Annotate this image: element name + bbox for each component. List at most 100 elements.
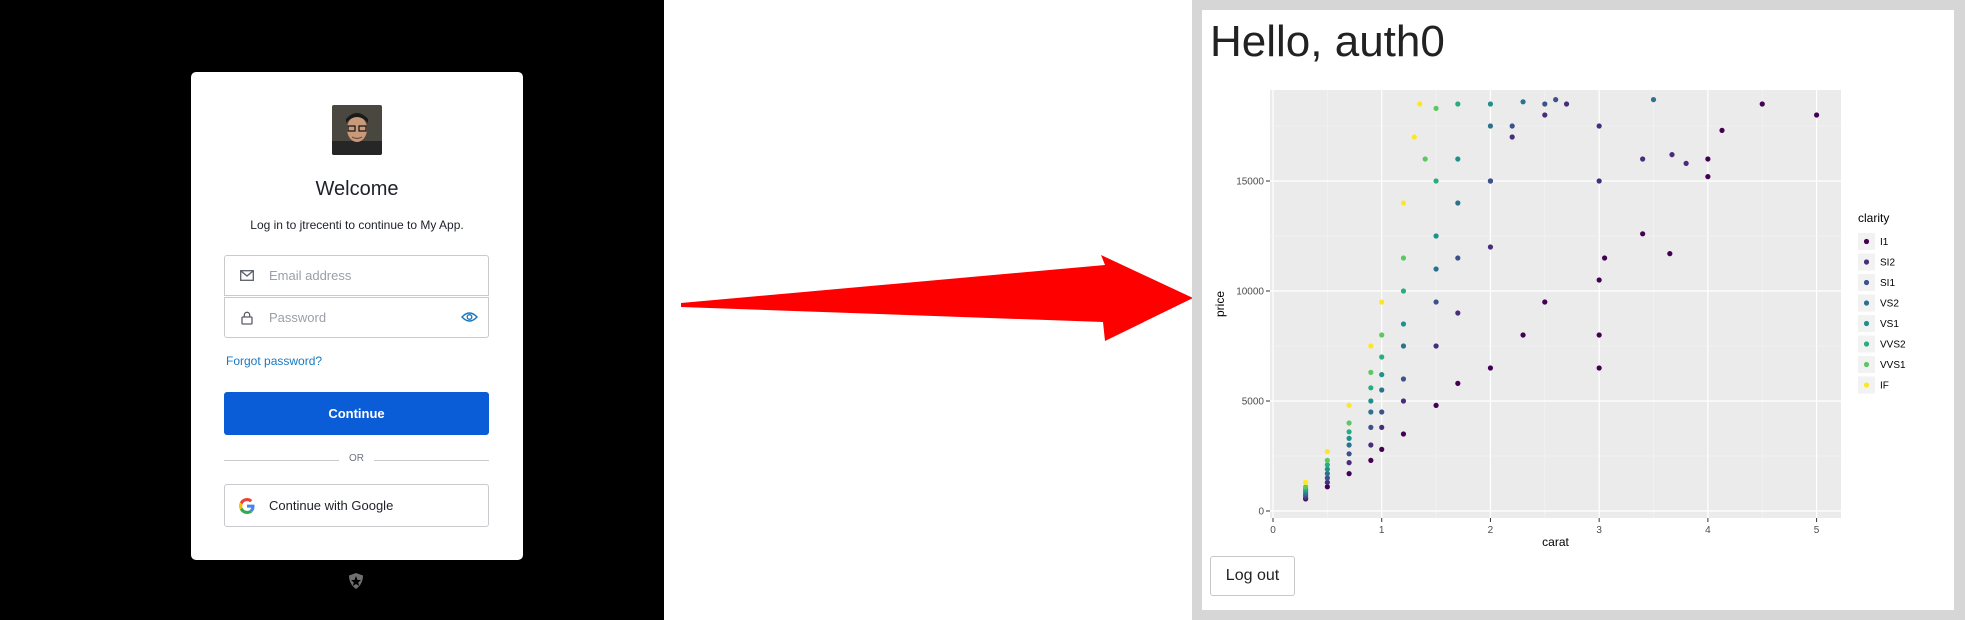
- data-point: [1368, 398, 1374, 404]
- data-point: [1400, 321, 1407, 327]
- data-point: [1433, 299, 1439, 305]
- y-tick-label: 5000: [1242, 397, 1265, 408]
- data-point: [1563, 101, 1570, 107]
- login-subtitle: Log in to jtrecenti to continue to My Ap…: [250, 218, 464, 232]
- data-point: [1379, 332, 1385, 338]
- data-point: [1455, 380, 1461, 386]
- data-point: [1400, 431, 1407, 437]
- data-point: [1368, 409, 1374, 415]
- password-input[interactable]: [269, 310, 449, 325]
- eye-icon[interactable]: [461, 310, 478, 328]
- continue-with-google-button[interactable]: Continue with Google: [224, 484, 489, 527]
- log-out-button[interactable]: Log out: [1210, 556, 1295, 596]
- login-card: Welcome Log in to jtrecenti to continue …: [191, 72, 523, 560]
- mail-icon: [225, 270, 269, 281]
- x-tick-label: 2: [1488, 525, 1494, 536]
- data-point: [1368, 343, 1374, 349]
- data-point: [1596, 277, 1602, 283]
- data-point: [1417, 101, 1423, 107]
- continue-button[interactable]: Continue: [224, 392, 489, 435]
- legend-label: IF: [1880, 381, 1889, 392]
- or-divider: OR: [224, 453, 489, 467]
- email-input[interactable]: [269, 268, 449, 283]
- email-field[interactable]: [224, 255, 489, 296]
- y-tick-label: 0: [1258, 507, 1264, 518]
- legend-title: clarity: [1858, 211, 1889, 225]
- data-point: [1455, 101, 1461, 107]
- data-point: [1379, 299, 1385, 305]
- data-point: [1379, 387, 1385, 393]
- y-tick-label: 15000: [1236, 177, 1264, 188]
- data-point: [1667, 251, 1673, 257]
- data-point: [1346, 429, 1352, 435]
- y-tick-label: 10000: [1236, 287, 1264, 298]
- or-label: OR: [349, 453, 364, 464]
- data-point: [1487, 123, 1494, 129]
- legend-marker: [1863, 279, 1870, 286]
- y-axis-label: price: [1213, 291, 1227, 317]
- data-point: [1509, 123, 1515, 129]
- plot-panel: [1270, 90, 1841, 518]
- data-point: [1705, 174, 1711, 180]
- data-point: [1487, 101, 1494, 107]
- data-point: [1368, 457, 1374, 463]
- data-point: [1542, 112, 1548, 118]
- data-point: [1487, 178, 1494, 184]
- welcome-title: Welcome: [315, 178, 399, 200]
- legend-label: SI2: [1880, 258, 1895, 269]
- login-screen: Welcome Log in to jtrecenti to continue …: [0, 0, 664, 620]
- data-point: [1509, 134, 1515, 140]
- lock-icon: [225, 311, 269, 325]
- data-point: [1759, 101, 1765, 107]
- data-point: [1422, 156, 1428, 162]
- data-point: [1455, 156, 1461, 162]
- legend-marker: [1863, 259, 1870, 265]
- forgot-password-link[interactable]: Forgot password?: [226, 354, 322, 368]
- data-point: [1368, 369, 1374, 375]
- data-point: [1346, 442, 1352, 448]
- data-point: [1640, 231, 1646, 237]
- data-point: [1553, 97, 1559, 103]
- data-point: [1411, 134, 1417, 140]
- data-point: [1596, 365, 1602, 371]
- data-point: [1433, 266, 1439, 272]
- data-point: [1596, 332, 1602, 338]
- data-point: [1596, 178, 1602, 184]
- data-point: [1400, 398, 1407, 404]
- legend-label: I1: [1880, 237, 1889, 248]
- data-point: [1669, 152, 1675, 158]
- legend-label: VS1: [1880, 319, 1899, 330]
- data-point: [1596, 123, 1602, 129]
- data-point: [1542, 299, 1548, 305]
- data-point: [1368, 385, 1374, 391]
- data-point: [1705, 156, 1711, 162]
- data-point: [1400, 288, 1407, 294]
- divider-line: [374, 460, 489, 461]
- data-point: [1379, 446, 1385, 452]
- legend-label: VVS2: [1880, 340, 1906, 351]
- data-point: [1368, 442, 1374, 448]
- data-point: [1324, 457, 1330, 463]
- password-field[interactable]: [224, 297, 489, 338]
- data-point: [1379, 354, 1385, 360]
- data-point: [1324, 449, 1330, 455]
- data-point: [1433, 402, 1439, 408]
- data-point: [1379, 424, 1385, 430]
- red-arrow-shape: [681, 255, 1193, 341]
- data-point: [1455, 310, 1461, 316]
- data-point: [1400, 200, 1407, 206]
- legend-marker: [1863, 361, 1870, 368]
- data-point: [1433, 178, 1439, 184]
- data-point: [1487, 365, 1494, 371]
- data-point: [1346, 420, 1352, 426]
- data-point: [1303, 479, 1309, 485]
- data-point: [1400, 255, 1407, 261]
- arrow-icon: [681, 255, 1193, 341]
- x-tick-label: 0: [1270, 525, 1276, 536]
- x-tick-label: 5: [1814, 525, 1820, 536]
- data-point: [1346, 402, 1352, 408]
- data-point: [1346, 435, 1352, 441]
- data-point: [1813, 112, 1820, 118]
- app-page: Hello, auth0 0 1 2 3 4 5 0 5000 10000 15000 carat p…: [1202, 10, 1954, 610]
- data-point: [1379, 372, 1385, 378]
